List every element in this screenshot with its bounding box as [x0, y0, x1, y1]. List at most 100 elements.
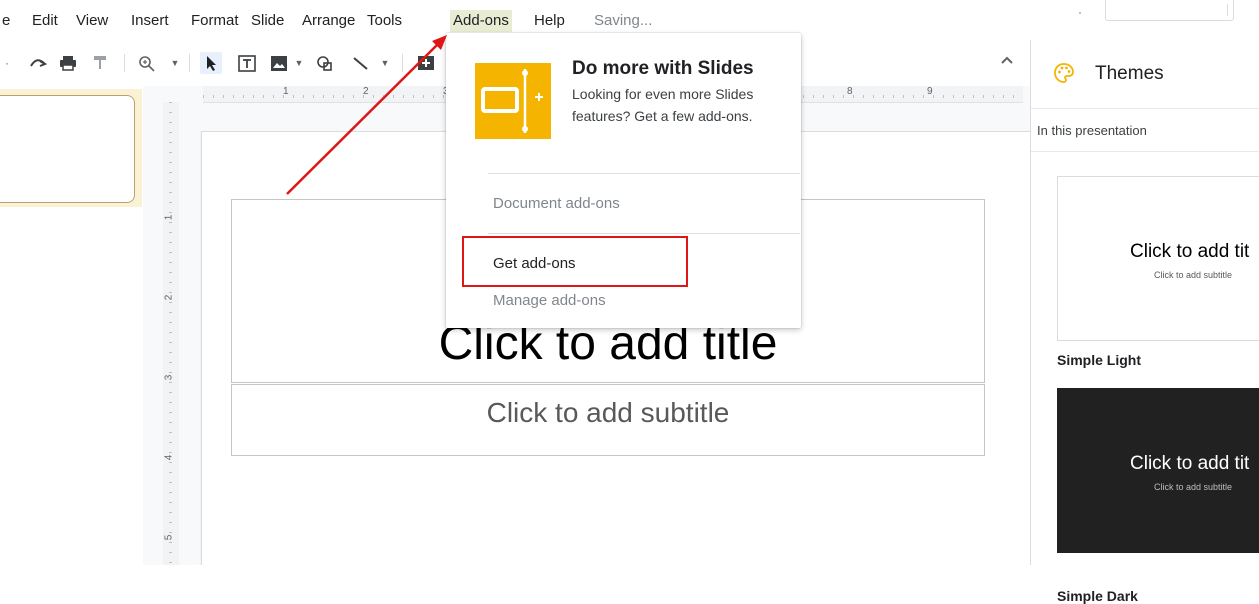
- filmstrip: [0, 86, 143, 565]
- ruler-tick: [293, 95, 294, 98]
- theme-card-simple-dark[interactable]: Click to add tit Click to add subtitle: [1057, 388, 1259, 553]
- toolbar-divider: [124, 54, 125, 72]
- ruler-number: 3: [163, 374, 175, 381]
- slide-thumbnail[interactable]: [0, 95, 135, 203]
- ruler-tick: [813, 95, 814, 98]
- print-icon[interactable]: [58, 52, 78, 74]
- theme-preview-title: Click to add tit: [1130, 453, 1250, 474]
- image-dropdown-icon[interactable]: ▼: [294, 52, 304, 74]
- menu-edit[interactable]: Edit: [32, 10, 58, 32]
- ruler-tick: [169, 472, 172, 473]
- ruler-tick: [169, 122, 172, 123]
- shape-icon[interactable]: [314, 52, 336, 74]
- ruler-number: 5: [163, 534, 175, 541]
- ruler-number: 2: [163, 294, 175, 301]
- ruler-tick: [363, 95, 364, 98]
- ruler-tick: [169, 562, 172, 563]
- ruler-tick: [169, 402, 172, 403]
- zoom-dropdown-icon[interactable]: ▼: [170, 52, 180, 74]
- collapse-toolbar-icon[interactable]: [999, 52, 1015, 68]
- redo-icon[interactable]: [28, 52, 48, 74]
- ruler-number: 9: [927, 86, 933, 97]
- ruler-tick: [169, 292, 172, 293]
- top-right-control[interactable]: [1105, 0, 1234, 21]
- ruler-tick: [203, 95, 204, 98]
- ruler-tick: [169, 312, 172, 313]
- ruler-tick: [169, 132, 172, 133]
- menu-addons[interactable]: Add-ons: [450, 10, 512, 32]
- ruler-tick: [413, 95, 414, 98]
- themes-header: Themes: [1031, 40, 1259, 108]
- menu-help[interactable]: Help: [534, 10, 565, 32]
- menu-view[interactable]: View: [76, 10, 108, 32]
- ruler-number: 1: [163, 214, 175, 221]
- annotation-highlight-box: [462, 236, 688, 287]
- undo-icon[interactable]: ·: [2, 52, 12, 74]
- text-box-icon[interactable]: [236, 52, 258, 74]
- ruler-tick: [953, 95, 954, 98]
- theme-name: Simple Dark: [1057, 588, 1138, 604]
- ruler-tick: [993, 95, 994, 98]
- menu-slide[interactable]: Slide: [251, 10, 284, 32]
- ruler-tick: [169, 112, 172, 113]
- ruler-tick: [423, 95, 424, 98]
- image-icon[interactable]: [268, 52, 290, 74]
- ruler-tick: [903, 95, 904, 98]
- ruler-tick: [833, 95, 834, 98]
- ruler-tick: [169, 502, 172, 503]
- line-dropdown-icon[interactable]: ▼: [380, 52, 390, 74]
- ruler-tick: [169, 352, 172, 353]
- ruler-tick: [253, 95, 254, 98]
- ruler-tick: [169, 152, 172, 153]
- subtitle-placeholder[interactable]: Click to add subtitle: [231, 384, 985, 456]
- toolbar-divider: [402, 54, 403, 72]
- ruler-number: 8: [847, 86, 853, 97]
- menu-divider: [488, 173, 800, 174]
- ruler-tick: [353, 95, 354, 98]
- new-comment-icon[interactable]: [416, 52, 436, 74]
- ruler-tick: [169, 302, 172, 303]
- ruler-tick: [169, 192, 172, 193]
- ruler-tick: [853, 95, 854, 98]
- zoom-icon[interactable]: [137, 52, 157, 74]
- ruler-tick: [169, 172, 172, 173]
- menu-divider: [488, 233, 800, 234]
- ruler-tick: [169, 382, 172, 383]
- promo-description: Looking for even more Slides features? G…: [572, 86, 754, 124]
- ruler-tick: [169, 512, 172, 513]
- ruler-tick: [169, 362, 172, 363]
- ruler-tick: [169, 262, 172, 263]
- ruler-tick: [169, 392, 172, 393]
- ruler-tick: [933, 95, 934, 98]
- palette-icon: [1053, 62, 1075, 84]
- ruler-tick: [863, 95, 864, 98]
- ruler-tick: [169, 282, 172, 283]
- ruler-tick: [169, 212, 172, 213]
- ruler-tick: [169, 142, 172, 143]
- vertical-ruler[interactable]: 1 2 3 4 5: [163, 102, 179, 565]
- menu-tools[interactable]: Tools: [367, 10, 402, 32]
- ruler-tick: [169, 522, 172, 523]
- ruler-number: 4: [163, 454, 175, 461]
- menu-format[interactable]: Format: [191, 10, 239, 32]
- ruler-tick: [169, 492, 172, 493]
- ruler-tick: [943, 95, 944, 98]
- ruler-tick: [973, 95, 974, 98]
- ruler-tick: [243, 95, 244, 98]
- menu-item-document-addons: Document add-ons: [493, 195, 620, 212]
- ruler-tick: [169, 422, 172, 423]
- paint-format-icon[interactable]: [90, 52, 110, 74]
- saving-status: Saving...: [594, 12, 653, 29]
- menu-file[interactable]: e: [2, 10, 10, 32]
- select-icon[interactable]: [200, 52, 222, 74]
- ruler-tick: [233, 95, 234, 98]
- themes-title: Themes: [1095, 63, 1164, 84]
- theme-preview-subtitle: Click to add subtitle: [1154, 270, 1233, 280]
- line-icon[interactable]: [350, 52, 372, 74]
- theme-card-simple-light[interactable]: Click to add tit Click to add subtitle: [1057, 176, 1259, 341]
- menu-item-manage-addons: Manage add-ons: [493, 292, 606, 309]
- menu-insert[interactable]: Insert: [131, 10, 169, 32]
- menu-arrange[interactable]: Arrange: [302, 10, 355, 32]
- ruler-tick: [169, 342, 172, 343]
- ruler-tick: [373, 95, 374, 98]
